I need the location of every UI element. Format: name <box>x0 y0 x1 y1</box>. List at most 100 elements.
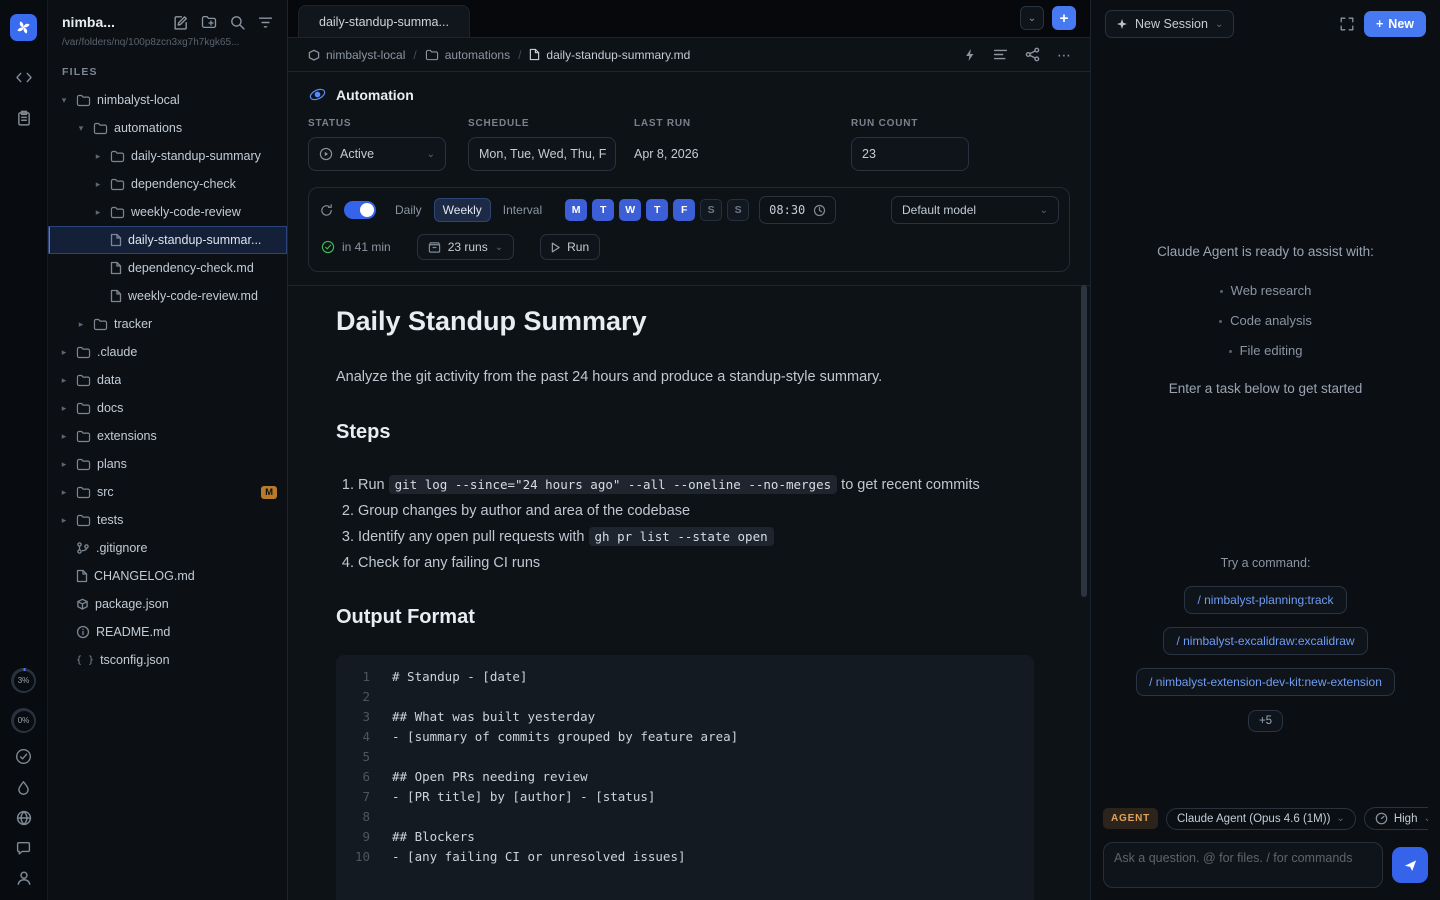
command-chip-planning-track[interactable]: / nimbalyst-planning:track <box>1184 586 1346 614</box>
file-tree: ▾nimbalyst-local ▾automations ▸daily-sta… <box>48 86 287 674</box>
try-command-label: Try a command: <box>1221 556 1311 570</box>
day-friday[interactable]: F <box>673 199 695 221</box>
chevron-down-icon: ⌄ <box>495 242 503 253</box>
info-icon <box>76 625 90 639</box>
share-graph-icon[interactable] <box>1025 47 1040 62</box>
day-wednesday[interactable]: W <box>619 199 641 221</box>
tree-item-readme[interactable]: README.md <box>48 618 287 646</box>
status-select[interactable]: Active ⌄ <box>308 137 446 171</box>
new-session-button[interactable]: New Session ⌄ <box>1105 10 1234 38</box>
zap-icon[interactable] <box>964 48 976 62</box>
new-tab-button[interactable]: + <box>1052 6 1076 30</box>
run-button[interactable]: Run <box>540 234 600 260</box>
gauge-icon <box>1375 812 1388 825</box>
sync-icon[interactable] <box>319 203 334 218</box>
day-tuesday[interactable]: T <box>592 199 614 221</box>
chevron-down-icon: ⌄ <box>427 149 435 160</box>
tree-item-weekly-code-review-folder[interactable]: ▸weekly-code-review <box>48 198 287 226</box>
runs-history-dropdown[interactable]: 23 runs ⌄ <box>417 234 514 260</box>
frequency-option-weekly[interactable]: Weekly <box>434 198 491 222</box>
more-options-icon[interactable]: ⋯ <box>1057 50 1072 60</box>
breadcrumb-separator: / <box>518 48 521 62</box>
breadcrumb-file[interactable]: daily-standup-summary.md <box>529 48 690 62</box>
scrollbar-thumb[interactable] <box>1081 285 1087 597</box>
globe-icon[interactable] <box>16 810 32 826</box>
day-sunday[interactable]: S <box>727 199 749 221</box>
folder-icon <box>93 318 108 331</box>
model-selector[interactable]: Claude Agent (Opus 4.6 (1M)) ⌄ <box>1166 808 1356 830</box>
tab-list-dropdown[interactable]: ⌄ <box>1020 6 1044 30</box>
cpu-usage-indicator[interactable]: 3% <box>11 668 36 693</box>
model-select[interactable]: Default model ⌄ <box>891 196 1059 224</box>
tree-item-plans[interactable]: ▸plans <box>48 450 287 478</box>
tree-item-daily-standup-summary-md[interactable]: daily-standup-summar... <box>48 226 287 254</box>
tree-item-automations[interactable]: ▾automations <box>48 114 287 142</box>
folder-icon <box>76 514 91 527</box>
effort-selector[interactable]: High ⌄ <box>1364 807 1428 830</box>
tree-item-tracker[interactable]: ▸tracker <box>48 310 287 338</box>
chevron-right-icon: ▸ <box>58 431 70 442</box>
breadcrumb-repo[interactable]: nimbalyst-local <box>308 48 405 62</box>
bullet-dot <box>1229 350 1232 353</box>
edit-icon[interactable] <box>173 15 188 30</box>
day-thursday[interactable]: T <box>646 199 668 221</box>
schedule-input[interactable]: Mon, Tue, Wed, Thu, F <box>468 137 616 171</box>
plus-icon: + <box>1376 17 1383 31</box>
rail-nav <box>15 71 33 126</box>
new-folder-icon[interactable] <box>201 15 217 29</box>
send-button[interactable] <box>1392 847 1428 883</box>
chat-icon[interactable] <box>16 841 31 855</box>
time-input[interactable]: 08:30 <box>759 196 836 224</box>
schedule-editor: Daily Weekly Interval M T W T F S S <box>308 187 1070 272</box>
droplet-icon[interactable] <box>17 780 30 795</box>
filter-icon[interactable] <box>258 16 273 29</box>
enabled-toggle[interactable] <box>344 201 376 219</box>
tree-item-weekly-code-review-md[interactable]: weekly-code-review.md <box>48 282 287 310</box>
status-field: STATUS Active ⌄ <box>308 118 468 171</box>
command-chip-new-extension[interactable]: / nimbalyst-extension-dev-kit:new-extens… <box>1136 668 1395 696</box>
frequency-option-daily[interactable]: Daily <box>386 198 431 222</box>
breadcrumb-separator: / <box>413 48 416 62</box>
tree-item-dependency-check-md[interactable]: dependency-check.md <box>48 254 287 282</box>
outline-list-icon[interactable] <box>993 48 1008 61</box>
tree-item-gitignore[interactable]: .gitignore <box>48 534 287 562</box>
tree-item-package-json[interactable]: package.json <box>48 590 287 618</box>
files-section-label: FILES <box>48 48 287 86</box>
run-count-value[interactable]: 23 <box>851 137 969 171</box>
tree-item-daily-standup-summary-folder[interactable]: ▸daily-standup-summary <box>48 142 287 170</box>
frequency-option-interval[interactable]: Interval <box>494 198 551 222</box>
tree-item-docs[interactable]: ▸docs <box>48 394 287 422</box>
tree-item-extensions[interactable]: ▸extensions <box>48 422 287 450</box>
memory-usage-indicator[interactable]: 0% <box>11 708 36 733</box>
more-commands-chip[interactable]: +5 <box>1248 710 1283 732</box>
day-monday[interactable]: M <box>565 199 587 221</box>
breadcrumb-folder[interactable]: automations <box>425 48 510 62</box>
tree-item-dependency-check-folder[interactable]: ▸dependency-check <box>48 170 287 198</box>
day-saturday[interactable]: S <box>700 199 722 221</box>
new-chat-button[interactable]: +New <box>1364 11 1426 37</box>
tree-item-tsconfig[interactable]: { }tsconfig.json <box>48 646 287 674</box>
last-run-field: LAST RUN Apr 8, 2026 <box>634 118 851 171</box>
app-logo-icon[interactable] <box>10 14 37 41</box>
tree-item-nimbalyst-local[interactable]: ▾nimbalyst-local <box>48 86 287 114</box>
tree-item-data[interactable]: ▸data <box>48 366 287 394</box>
check-circle-icon[interactable] <box>15 748 32 765</box>
fullscreen-icon[interactable] <box>1340 17 1354 31</box>
code-view-icon[interactable] <box>15 71 33 84</box>
schedule-row: Daily Weekly Interval M T W T F S S <box>309 188 1069 230</box>
search-icon[interactable] <box>230 15 245 30</box>
tree-item-src[interactable]: ▸srcM <box>48 478 287 506</box>
tree-item-tests[interactable]: ▸tests <box>48 506 287 534</box>
tab-daily-standup-summary[interactable]: daily-standup-summa... <box>298 5 470 37</box>
command-chip-excalidraw[interactable]: / nimbalyst-excalidraw:excalidraw <box>1163 627 1367 655</box>
agent-composer: AGENT Claude Agent (Opus 4.6 (1M)) ⌄ Hig… <box>1091 807 1440 900</box>
chevron-right-icon: ▸ <box>58 487 70 498</box>
agent-toolbar: New Session ⌄ +New <box>1091 0 1440 48</box>
tree-item-claude[interactable]: ▸.claude <box>48 338 287 366</box>
bullet-dot <box>1219 320 1222 323</box>
profile-icon[interactable] <box>16 870 32 886</box>
tasks-icon[interactable] <box>15 110 33 126</box>
message-input[interactable] <box>1103 842 1383 888</box>
automation-header: Automation <box>308 85 1070 104</box>
tree-item-changelog[interactable]: CHANGELOG.md <box>48 562 287 590</box>
